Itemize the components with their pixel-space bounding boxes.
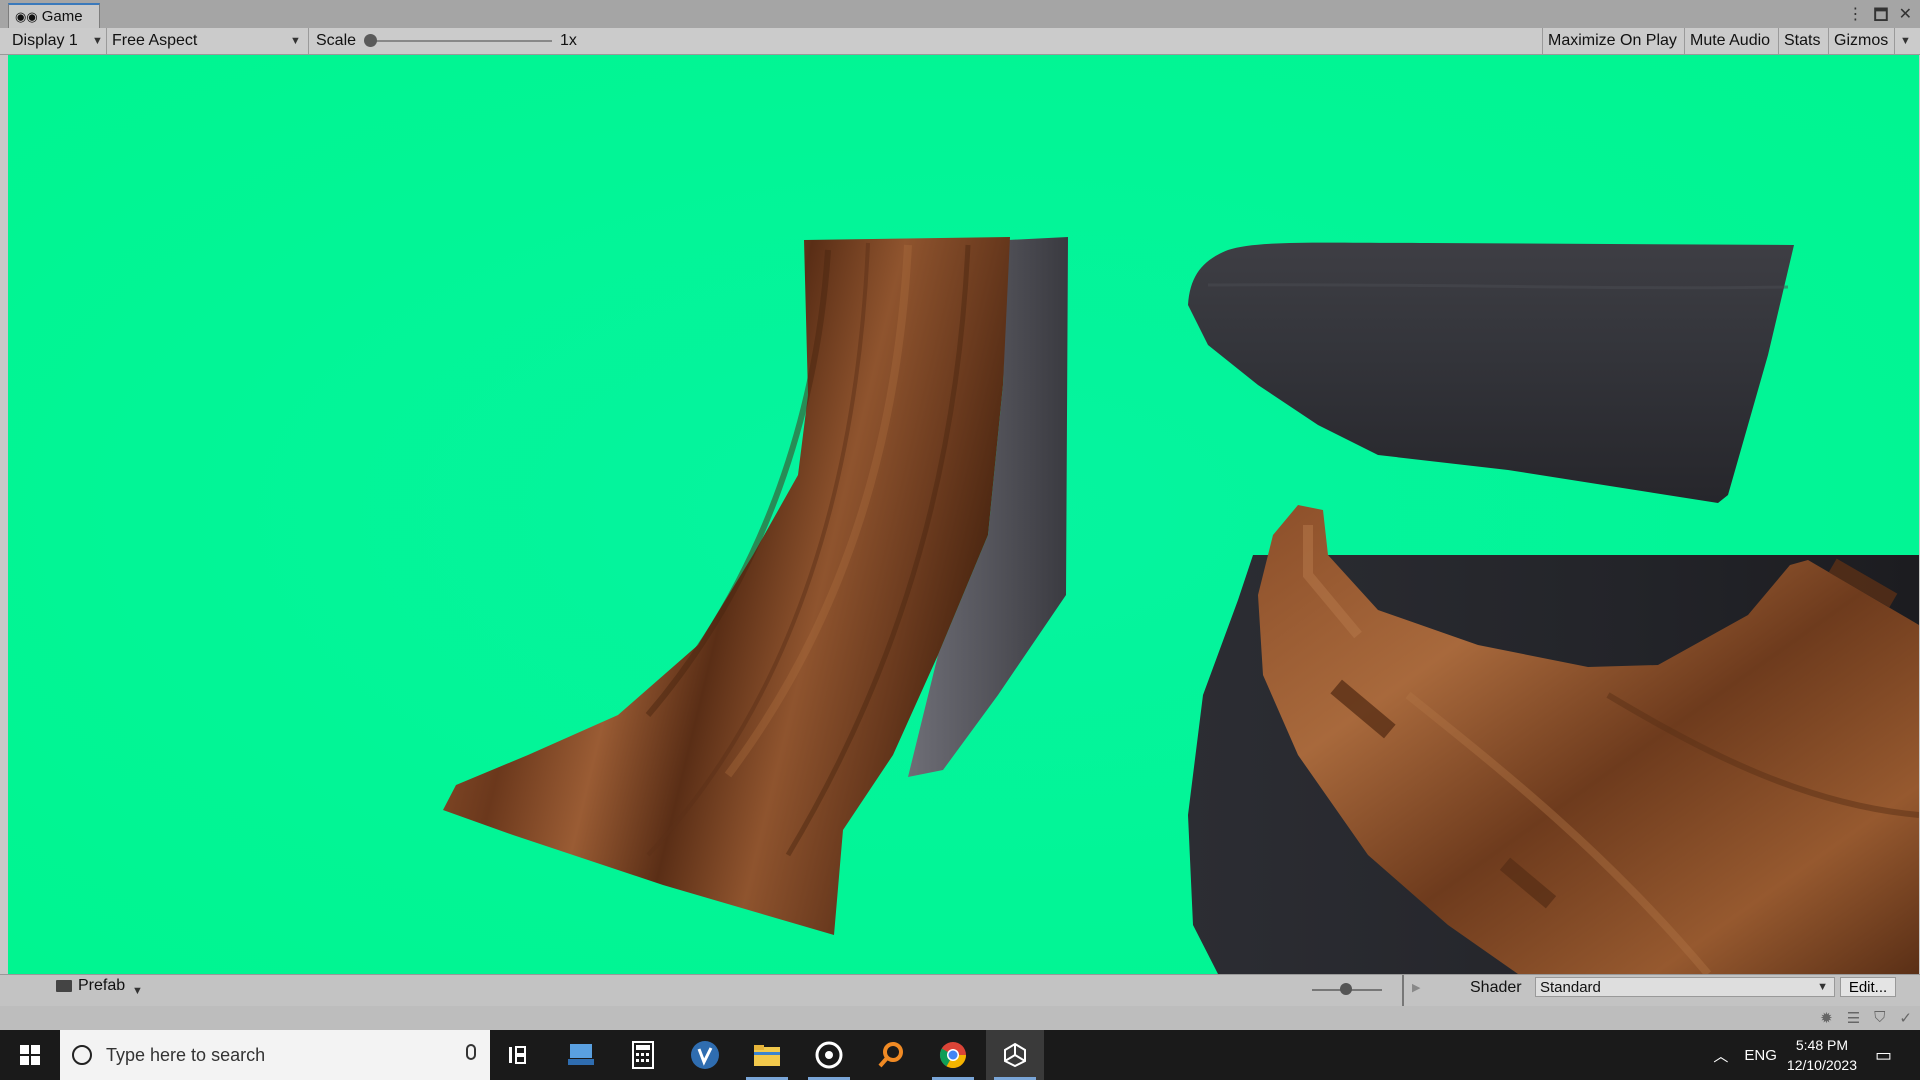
project-folder-label: Prefab bbox=[78, 977, 126, 994]
calculator-icon bbox=[632, 1041, 654, 1069]
clock[interactable]: 5:48 PM 12/10/2023 bbox=[1787, 1035, 1857, 1075]
language-indicator[interactable]: ENG bbox=[1744, 1047, 1777, 1064]
gizmos-menu[interactable]: ▼ bbox=[1900, 28, 1911, 54]
microphone-icon[interactable] bbox=[466, 1044, 476, 1060]
windows-taskbar: Type here to search ︿ ENG 5:48 PM 12/10/… bbox=[0, 1030, 1920, 1080]
clock-date: 12/10/2023 bbox=[1786, 1057, 1857, 1073]
taskbar-media[interactable] bbox=[800, 1030, 858, 1080]
chrome-icon bbox=[939, 1042, 967, 1069]
folder-icon bbox=[56, 980, 72, 992]
scale-value: 1x bbox=[560, 32, 577, 49]
aspect-dropdown[interactable]: Free Aspect ▼ bbox=[112, 28, 302, 54]
taskbar-search-app[interactable] bbox=[862, 1030, 920, 1080]
scale-label: Scale bbox=[316, 32, 357, 49]
taskbar-chrome[interactable] bbox=[924, 1030, 982, 1080]
layers-icon[interactable]: ☰ bbox=[1847, 1009, 1860, 1027]
close-icon[interactable]: ✕ bbox=[1899, 4, 1912, 31]
gamepad-icon: ◉◉ bbox=[15, 8, 38, 24]
editor-bottom-strip: Prefab ▼ ▶ Shader Standard ▼ Edit... bbox=[0, 974, 1920, 1007]
divider bbox=[106, 28, 107, 54]
shield-icon[interactable]: ⛉ bbox=[1874, 1009, 1885, 1027]
game-viewport[interactable] bbox=[8, 55, 1919, 974]
ramp-left-face bbox=[443, 237, 1010, 935]
aspect-label: Free Aspect bbox=[112, 32, 198, 49]
v-app-icon bbox=[691, 1041, 719, 1069]
start-button[interactable] bbox=[0, 1030, 60, 1080]
icon-size-slider-thumb[interactable] bbox=[1340, 983, 1352, 995]
project-folder-prefab[interactable]: Prefab bbox=[56, 977, 125, 995]
maximize-icon[interactable]: 🗖 bbox=[1873, 4, 1888, 31]
window-controls: ⋮ 🗖 ✕ bbox=[1847, 4, 1912, 31]
folder-icon bbox=[754, 1045, 780, 1066]
scale-slider-thumb[interactable] bbox=[364, 34, 377, 47]
game-window: ◉◉ Game ⋮ 🗖 ✕ Display 1 ▼ Free Aspect ▼ … bbox=[0, 0, 1920, 1030]
divider bbox=[1894, 28, 1895, 54]
expand-arrow-icon[interactable]: ▶ bbox=[1412, 981, 1420, 994]
status-icons: ✹ ☰ ⛉ ✓ bbox=[1820, 1009, 1912, 1027]
taskbar-v-app[interactable] bbox=[676, 1030, 734, 1080]
search-placeholder: Type here to search bbox=[106, 1044, 266, 1065]
notifications-icon[interactable]: ▭ bbox=[1875, 1045, 1892, 1066]
cortana-icon bbox=[72, 1045, 92, 1065]
chevron-down-icon: ▼ bbox=[290, 35, 301, 47]
tab-bar: ◉◉ Game ⋮ 🗖 ✕ bbox=[0, 0, 1920, 29]
game-toolbar: Display 1 ▼ Free Aspect ▼ Scale 1x Maxim… bbox=[0, 28, 1920, 55]
chevron-down-icon: ▼ bbox=[1900, 35, 1911, 47]
divider bbox=[308, 28, 309, 54]
scale-slider-track[interactable] bbox=[370, 40, 552, 42]
shader-value: Standard bbox=[1540, 978, 1601, 996]
mute-audio-toggle[interactable]: Mute Audio bbox=[1690, 28, 1770, 54]
scene-render bbox=[443, 237, 1919, 974]
system-tray: ︿ ENG 5:48 PM 12/10/2023 ▭ bbox=[1713, 1030, 1920, 1080]
divider bbox=[1542, 28, 1543, 54]
shader-label: Shader bbox=[1470, 979, 1522, 996]
task-view-icon bbox=[509, 1046, 526, 1064]
maximize-on-play-toggle[interactable]: Maximize On Play bbox=[1548, 28, 1677, 54]
windows-logo-icon bbox=[20, 1045, 40, 1065]
bug-icon[interactable]: ✹ bbox=[1820, 1009, 1833, 1027]
more-options-icon[interactable]: ⋮ bbox=[1847, 4, 1863, 31]
disc-icon bbox=[815, 1041, 843, 1069]
tab-game-label: Game bbox=[41, 8, 83, 25]
magnifier-icon bbox=[878, 1042, 903, 1068]
shader-edit-button[interactable]: Edit... bbox=[1840, 977, 1896, 997]
chevron-down-icon[interactable]: ▼ bbox=[132, 985, 143, 997]
gizmos-toggle[interactable]: Gizmos bbox=[1834, 28, 1888, 54]
display-label: Display 1 bbox=[12, 32, 78, 49]
taskbar-file-explorer[interactable] bbox=[738, 1030, 796, 1080]
computer-icon bbox=[568, 1044, 594, 1065]
display-dropdown[interactable]: Display 1 ▼ bbox=[12, 28, 104, 54]
shader-dropdown[interactable]: Standard ▼ bbox=[1535, 977, 1835, 997]
status-bar: ✹ ☰ ⛉ ✓ bbox=[0, 1006, 1920, 1030]
unity-icon bbox=[1004, 1042, 1026, 1068]
taskbar-task-view[interactable] bbox=[490, 1030, 548, 1080]
divider bbox=[1778, 28, 1779, 54]
tab-game[interactable]: ◉◉ Game bbox=[8, 3, 100, 28]
chevron-down-icon: ▼ bbox=[1817, 981, 1828, 993]
taskbar-pc[interactable] bbox=[552, 1030, 610, 1080]
taskbar-calculator[interactable] bbox=[614, 1030, 672, 1080]
taskbar-unity[interactable] bbox=[986, 1030, 1044, 1080]
taskbar-search[interactable]: Type here to search bbox=[60, 1030, 490, 1080]
divider bbox=[1828, 28, 1829, 54]
divider bbox=[1684, 28, 1685, 54]
chevron-up-icon[interactable]: ︿ bbox=[1713, 1045, 1728, 1066]
stats-toggle[interactable]: Stats bbox=[1784, 28, 1820, 54]
check-icon[interactable]: ✓ bbox=[1899, 1009, 1912, 1027]
divider bbox=[1402, 975, 1404, 1007]
metal-rail bbox=[1188, 242, 1794, 503]
chevron-down-icon: ▼ bbox=[92, 35, 103, 47]
clock-time: 5:48 PM bbox=[1795, 1037, 1849, 1053]
